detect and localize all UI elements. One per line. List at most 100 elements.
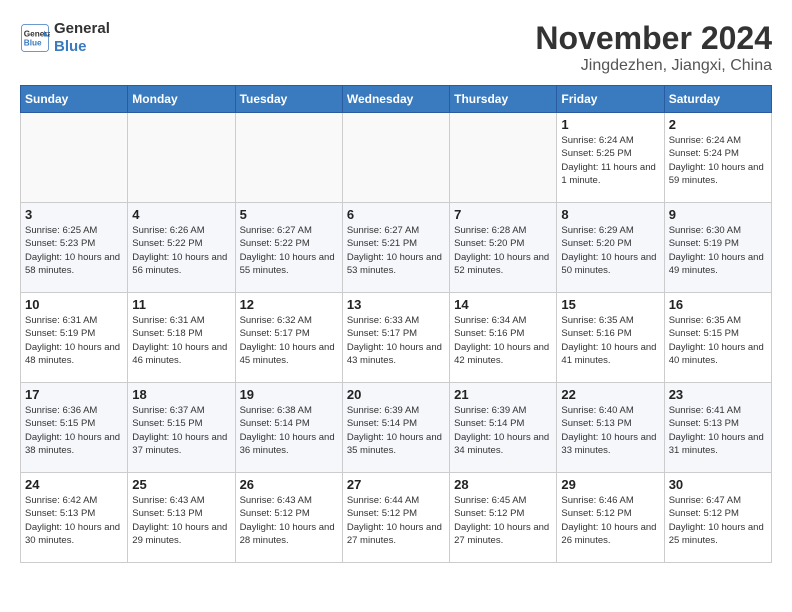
day-number: 3 (25, 207, 123, 222)
day-info: Sunrise: 6:46 AM Sunset: 5:12 PM Dayligh… (561, 494, 659, 547)
day-info: Sunrise: 6:27 AM Sunset: 5:22 PM Dayligh… (240, 224, 338, 277)
day-info: Sunrise: 6:32 AM Sunset: 5:17 PM Dayligh… (240, 314, 338, 367)
calendar-cell: 2Sunrise: 6:24 AM Sunset: 5:24 PM Daylig… (664, 113, 771, 203)
day-info: Sunrise: 6:47 AM Sunset: 5:12 PM Dayligh… (669, 494, 767, 547)
header-wednesday: Wednesday (342, 86, 449, 113)
day-number: 7 (454, 207, 552, 222)
header-friday: Friday (557, 86, 664, 113)
calendar-cell: 26 Sunrise: 6:43 AM Sunset: 5:12 PM Dayli… (235, 473, 342, 563)
header-tuesday: Tuesday (235, 86, 342, 113)
calendar-cell (342, 113, 449, 203)
day-number: 26 (240, 477, 338, 492)
logo-line2: Blue (54, 38, 110, 56)
day-info: Sunrise: 6:26 AM Sunset: 5:22 PM Dayligh… (132, 224, 230, 277)
day-number: 27 (347, 477, 445, 492)
day-info: Sunrise: 6:36 AM Sunset: 5:15 PM Dayligh… (25, 404, 123, 457)
calendar-cell: 3 Sunrise: 6:25 AM Sunset: 5:23 PM Daylig… (21, 203, 128, 293)
calendar-cell: 6 Sunrise: 6:27 AM Sunset: 5:21 PM Daylig… (342, 203, 449, 293)
header-thursday: Thursday (450, 86, 557, 113)
day-info: Sunrise: 6:31 AM Sunset: 5:19 PM Dayligh… (25, 314, 123, 367)
day-number: 30 (669, 477, 767, 492)
day-number: 23 (669, 387, 767, 402)
day-info: Sunrise: 6:30 AM Sunset: 5:19 PM Dayligh… (669, 224, 767, 277)
calendar-cell: 21 Sunrise: 6:39 AM Sunset: 5:14 PM Dayli… (450, 383, 557, 473)
day-info: Sunrise: 6:44 AM Sunset: 5:12 PM Dayligh… (347, 494, 445, 547)
calendar-cell: 16 Sunrise: 6:35 AM Sunset: 5:15 PM Dayli… (664, 293, 771, 383)
day-info: Sunrise: 6:39 AM Sunset: 5:14 PM Dayligh… (454, 404, 552, 457)
day-number: 9 (669, 207, 767, 222)
header-saturday: Saturday (664, 86, 771, 113)
calendar-cell: 7Sunrise: 6:28 AM Sunset: 5:20 PM Daylig… (450, 203, 557, 293)
calendar-title: November 2024 (535, 20, 772, 57)
calendar-cell (128, 113, 235, 203)
day-number: 14 (454, 297, 552, 312)
page-header: General Blue General Blue November 2024 … (20, 20, 772, 75)
day-info: Sunrise: 6:31 AM Sunset: 5:18 PM Dayligh… (132, 314, 230, 367)
calendar-cell (450, 113, 557, 203)
calendar-cell: 5 Sunrise: 6:27 AM Sunset: 5:22 PM Daylig… (235, 203, 342, 293)
calendar-cell: 1Sunrise: 6:24 AM Sunset: 5:25 PM Daylig… (557, 113, 664, 203)
day-number: 12 (240, 297, 338, 312)
logo-line1: General (54, 20, 110, 38)
title-section: November 2024 Jingdezhen, Jiangxi, China (535, 20, 772, 75)
day-info: Sunrise: 6:41 AM Sunset: 5:13 PM Dayligh… (669, 404, 767, 457)
calendar-cell: 22 Sunrise: 6:40 AM Sunset: 5:13 PM Dayli… (557, 383, 664, 473)
calendar-subtitle: Jingdezhen, Jiangxi, China (535, 57, 772, 75)
day-info: Sunrise: 6:39 AM Sunset: 5:14 PM Dayligh… (347, 404, 445, 457)
day-info: Sunrise: 6:29 AM Sunset: 5:20 PM Dayligh… (561, 224, 659, 277)
day-number: 10 (25, 297, 123, 312)
day-info: Sunrise: 6:35 AM Sunset: 5:16 PM Dayligh… (561, 314, 659, 367)
calendar-cell: 13 Sunrise: 6:33 AM Sunset: 5:17 PM Dayli… (342, 293, 449, 383)
header-sunday: Sunday (21, 86, 128, 113)
calendar-cell: 12 Sunrise: 6:32 AM Sunset: 5:17 PM Dayli… (235, 293, 342, 383)
week-row-3: 17 Sunrise: 6:36 AM Sunset: 5:15 PM Dayli… (21, 383, 772, 473)
logo-icon: General Blue (20, 23, 50, 53)
day-info: Sunrise: 6:33 AM Sunset: 5:17 PM Dayligh… (347, 314, 445, 367)
day-number: 29 (561, 477, 659, 492)
day-number: 16 (669, 297, 767, 312)
day-number: 15 (561, 297, 659, 312)
header-monday: Monday (128, 86, 235, 113)
calendar-cell: 25Sunrise: 6:43 AM Sunset: 5:13 PM Dayli… (128, 473, 235, 563)
calendar-cell: 18 Sunrise: 6:37 AM Sunset: 5:15 PM Dayli… (128, 383, 235, 473)
calendar-cell: 10 Sunrise: 6:31 AM Sunset: 5:19 PM Dayli… (21, 293, 128, 383)
day-info: Sunrise: 6:24 AM Sunset: 5:24 PM Dayligh… (669, 134, 767, 187)
week-row-2: 10 Sunrise: 6:31 AM Sunset: 5:19 PM Dayli… (21, 293, 772, 383)
calendar-cell: 14 Sunrise: 6:34 AM Sunset: 5:16 PM Dayli… (450, 293, 557, 383)
day-info: Sunrise: 6:38 AM Sunset: 5:14 PM Dayligh… (240, 404, 338, 457)
calendar-cell: 9 Sunrise: 6:30 AM Sunset: 5:19 PM Daylig… (664, 203, 771, 293)
day-number: 28 (454, 477, 552, 492)
day-number: 22 (561, 387, 659, 402)
day-info: Sunrise: 6:42 AM Sunset: 5:13 PM Dayligh… (25, 494, 123, 547)
calendar-cell: 30 Sunrise: 6:47 AM Sunset: 5:12 PM Dayli… (664, 473, 771, 563)
calendar-cell: 4 Sunrise: 6:26 AM Sunset: 5:22 PM Daylig… (128, 203, 235, 293)
week-row-4: 24Sunrise: 6:42 AM Sunset: 5:13 PM Dayli… (21, 473, 772, 563)
svg-text:Blue: Blue (24, 39, 42, 48)
day-info: Sunrise: 6:40 AM Sunset: 5:13 PM Dayligh… (561, 404, 659, 457)
calendar-cell: 28Sunrise: 6:45 AM Sunset: 5:12 PM Dayli… (450, 473, 557, 563)
calendar-cell: 29 Sunrise: 6:46 AM Sunset: 5:12 PM Dayli… (557, 473, 664, 563)
day-number: 18 (132, 387, 230, 402)
logo: General Blue General Blue (20, 20, 110, 56)
day-info: Sunrise: 6:35 AM Sunset: 5:15 PM Dayligh… (669, 314, 767, 367)
calendar-cell: 15 Sunrise: 6:35 AM Sunset: 5:16 PM Dayli… (557, 293, 664, 383)
day-number: 4 (132, 207, 230, 222)
calendar-cell: 27 Sunrise: 6:44 AM Sunset: 5:12 PM Dayli… (342, 473, 449, 563)
day-info: Sunrise: 6:43 AM Sunset: 5:12 PM Dayligh… (240, 494, 338, 547)
day-info: Sunrise: 6:37 AM Sunset: 5:15 PM Dayligh… (132, 404, 230, 457)
week-row-0: 1Sunrise: 6:24 AM Sunset: 5:25 PM Daylig… (21, 113, 772, 203)
day-info: Sunrise: 6:27 AM Sunset: 5:21 PM Dayligh… (347, 224, 445, 277)
day-number: 13 (347, 297, 445, 312)
day-number: 5 (240, 207, 338, 222)
calendar-table: SundayMondayTuesdayWednesdayThursdayFrid… (20, 85, 772, 563)
day-number: 1 (561, 117, 659, 132)
day-info: Sunrise: 6:34 AM Sunset: 5:16 PM Dayligh… (454, 314, 552, 367)
day-number: 11 (132, 297, 230, 312)
day-number: 17 (25, 387, 123, 402)
day-info: Sunrise: 6:25 AM Sunset: 5:23 PM Dayligh… (25, 224, 123, 277)
day-number: 19 (240, 387, 338, 402)
day-number: 6 (347, 207, 445, 222)
day-number: 21 (454, 387, 552, 402)
logo-wordmark: General Blue (54, 20, 110, 56)
day-number: 8 (561, 207, 659, 222)
